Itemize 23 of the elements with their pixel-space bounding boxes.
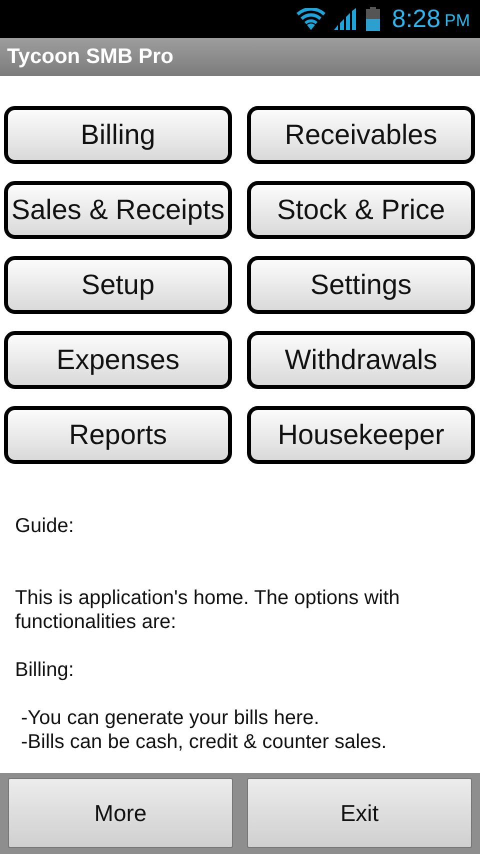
guide-text: This is application's home. The options with functionalities are: — [15, 586, 401, 634]
app-title: Tycoon SMB Pro — [7, 45, 174, 69]
menu-button[interactable]: Setup — [4, 256, 232, 314]
menu-button[interactable]: Settings — [247, 256, 475, 314]
menu-button[interactable]: Billing — [4, 106, 232, 164]
guide-text: -You can generate your bills here. — [20, 706, 320, 730]
signal-icon — [334, 8, 358, 30]
wifi-icon — [296, 8, 326, 30]
menu-button[interactable]: Expenses — [4, 331, 232, 389]
guide-text: Guide: — [15, 514, 75, 538]
clock-time: 8:28 — [392, 4, 440, 34]
guide-text: Billing: — [15, 658, 75, 682]
bottom-button[interactable]: Exit — [247, 778, 472, 848]
battery-icon — [366, 7, 380, 31]
clock-period: PM — [444, 11, 470, 31]
menu-button[interactable]: Receivables — [247, 106, 475, 164]
menu-button[interactable]: Stock & Price — [247, 181, 475, 239]
guide-text: -Bills can be cash, credit & counter sales. — [20, 730, 388, 754]
bottom-button[interactable]: More — [8, 778, 233, 848]
menu-button[interactable]: Housekeeper — [247, 406, 475, 464]
menu-button[interactable]: Reports — [4, 406, 232, 464]
menu-button[interactable]: Withdrawals — [247, 331, 475, 389]
menu-button[interactable]: Sales & Receipts — [4, 181, 232, 239]
